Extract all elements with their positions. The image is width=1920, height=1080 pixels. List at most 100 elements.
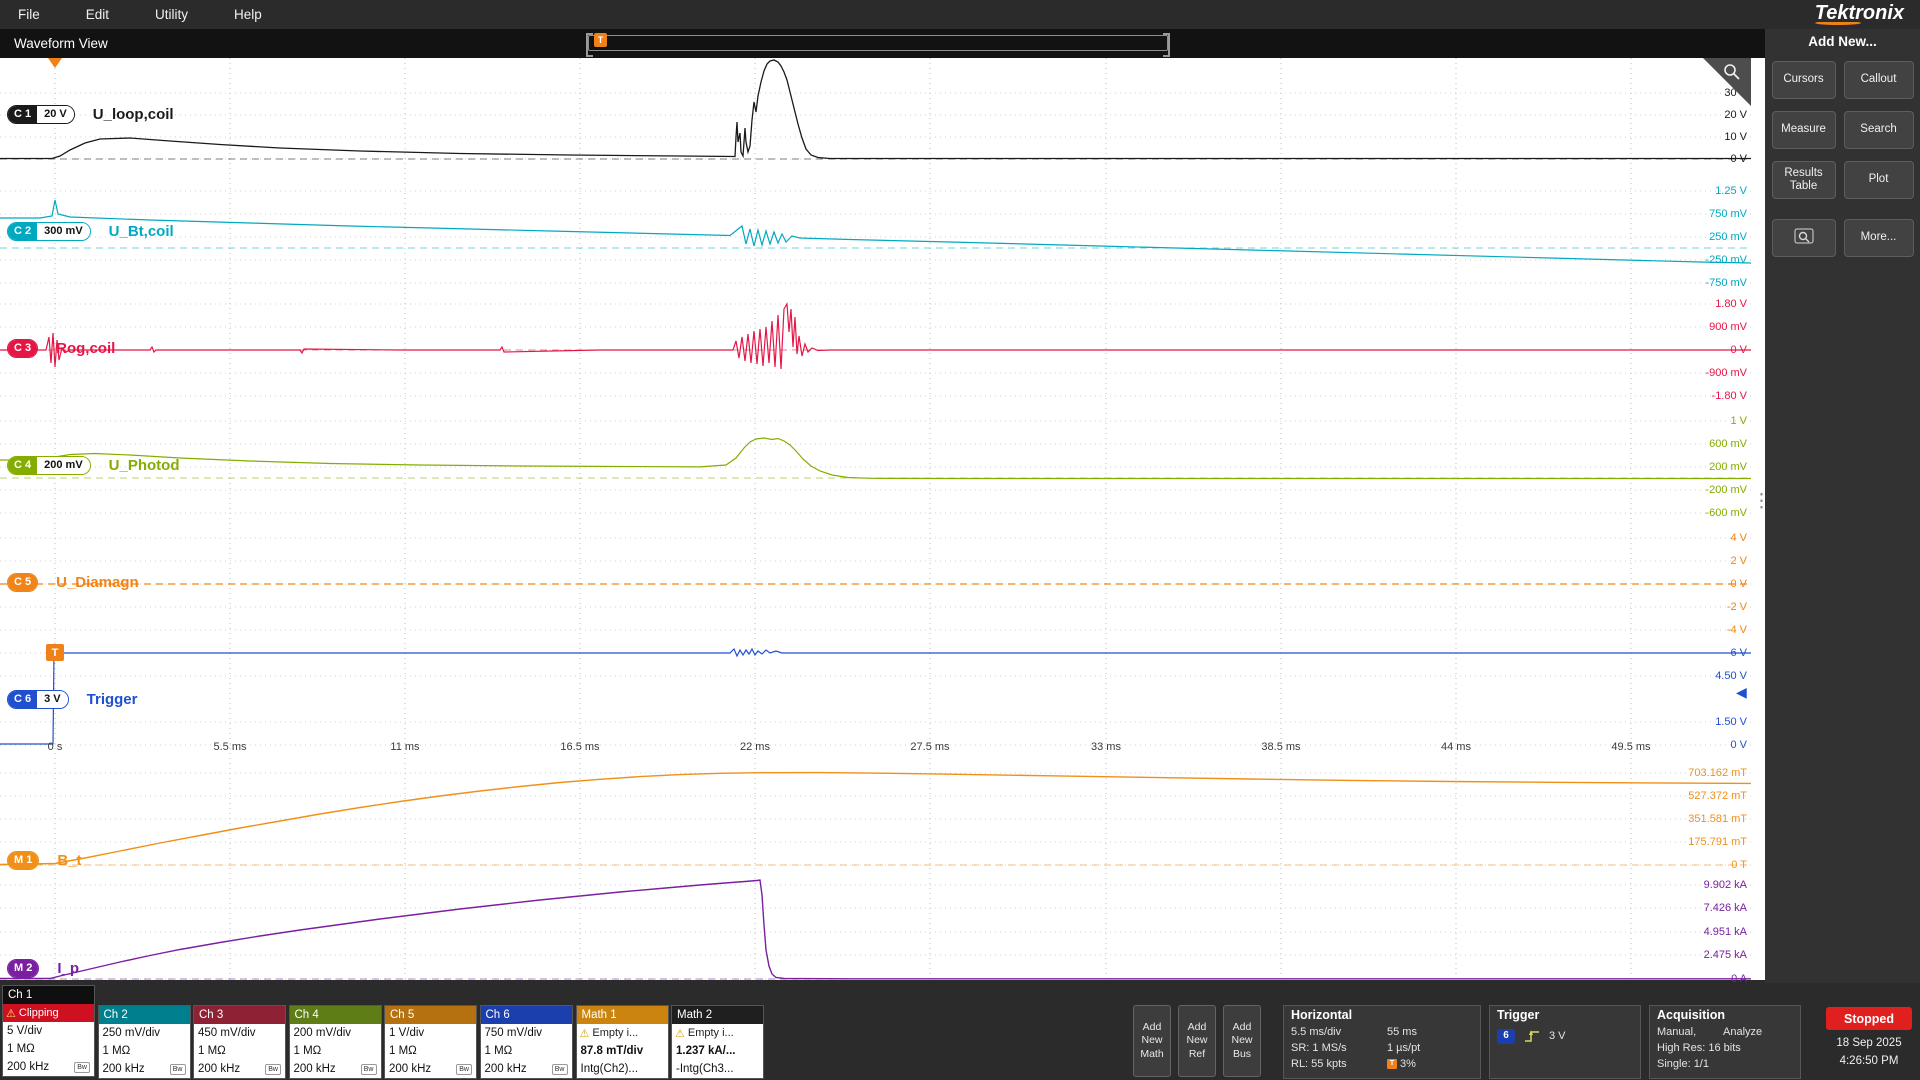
add-new-bus-button[interactable]: AddNewBus [1223, 1005, 1261, 1077]
add-new-header: Add New... [1765, 34, 1920, 49]
channel-label-c5[interactable]: U_Diamagn [56, 574, 139, 591]
trigger-title: Trigger [1497, 1008, 1633, 1022]
badge-row: 87.8 mT/div [577, 1042, 668, 1060]
waveform-plot [0, 58, 1751, 980]
channel-badge-m1[interactable]: M 1 [7, 851, 39, 870]
channel-badge-c1[interactable]: C 120 V [7, 105, 75, 124]
bottom-badge-ch2[interactable]: Ch 2250 mV/div1 MΩ200 kHzBw [98, 1005, 191, 1079]
horizontal-row: RL: 55 kptsT3% [1291, 1056, 1473, 1072]
menu-utility[interactable]: Utility [155, 7, 188, 22]
more-button[interactable]: More... [1844, 219, 1914, 257]
badge-header: Ch 3 [194, 1006, 285, 1024]
channel-label-c4[interactable]: U_Photod [109, 457, 180, 474]
channel-badge-c5[interactable]: C 5 [7, 573, 38, 592]
channel-label-c1[interactable]: U_loop,coil [93, 106, 174, 123]
channel-badge-c3[interactable]: C 3 [7, 339, 38, 358]
bottom-badge-math2[interactable]: Math 2⚠ Empty i...1.237 kA/...-Intg(Ch3.… [671, 1005, 764, 1079]
zoom-button[interactable] [1772, 219, 1836, 257]
horizontal-cell: T3% [1387, 1056, 1416, 1072]
channel-label-m2[interactable]: I_p [57, 960, 79, 977]
channel-scale-c1: 20 V [37, 106, 74, 123]
horizontal-cell: 1 µs/pt [1387, 1040, 1420, 1056]
badge-row: 200 kHzBw [290, 1060, 381, 1078]
trigger-marker-icon[interactable]: T [46, 644, 64, 661]
plot-button[interactable]: Plot [1844, 161, 1914, 199]
badge-row: 200 mV/div [290, 1024, 381, 1042]
channel-id-m1: M 1 [8, 852, 38, 869]
time-text: 4:26:50 PM [1826, 1055, 1912, 1067]
bandwidth-icon: Bw [265, 1064, 281, 1075]
trigger-flag-icon[interactable]: T [594, 33, 607, 47]
trigger-flag-icon: T [1387, 1059, 1397, 1069]
trigger-panel[interactable]: Trigger63 V [1489, 1005, 1641, 1079]
acquisition-row: Single: 1/1 [1657, 1056, 1793, 1072]
badge-row: 1 MΩ [194, 1042, 285, 1060]
trigger-level-icon[interactable]: ◀ [1736, 684, 1747, 701]
search-button[interactable]: Search [1844, 111, 1914, 149]
bottom-badge-ch4[interactable]: Ch 4200 mV/div1 MΩ200 kHzBw [289, 1005, 382, 1079]
measure-button[interactable]: Measure [1772, 111, 1836, 149]
logo-text: Tektronix [1815, 2, 1904, 24]
channel-label-c2[interactable]: U_Bt,coil [109, 223, 174, 240]
bandwidth-icon: Bw [74, 1062, 90, 1073]
bandwidth-icon: Bw [552, 1064, 568, 1075]
channel-scale-c4: 200 mV [37, 457, 90, 474]
horizontal-cell: 55 ms [1387, 1024, 1417, 1040]
warning-icon: ⚠ [675, 1027, 685, 1040]
channel-id-c5: C 5 [8, 574, 37, 591]
badge-row: 250 mV/div [99, 1024, 190, 1042]
channel-row-c3: C 3 Rog,coil [7, 339, 115, 358]
badge-header: Math 2 [672, 1006, 763, 1024]
bottom-badge-ch5[interactable]: Ch 51 V/div1 MΩ200 kHzBw [384, 1005, 477, 1079]
channel-badge-c4[interactable]: C 4200 mV [7, 456, 91, 475]
bottom-bar: Stopped 18 Sep 2025 4:26:50 PM Ch 1⚠ Cli… [0, 983, 1920, 1080]
add-new-math-button[interactable]: AddNewMath [1133, 1005, 1171, 1077]
acquisition-status-badge[interactable]: Stopped [1826, 1007, 1912, 1030]
horizontal-row: 5.5 ms/div55 ms [1291, 1024, 1473, 1040]
channel-badge-m2[interactable]: M 2 [7, 959, 39, 978]
menu-file[interactable]: File [18, 7, 40, 22]
acquisition-row: Manual,Analyze [1657, 1024, 1793, 1040]
channel-label-c3[interactable]: Rog,coil [56, 340, 115, 357]
channel-row-c5: C 5 U_Diamagn [7, 573, 139, 592]
bottom-badge-math1[interactable]: Math 1⚠ Empty i...87.8 mT/divIntg(Ch2)..… [576, 1005, 669, 1079]
channel-label-m1[interactable]: B_t [57, 852, 81, 869]
tektronix-logo: Tektronix [1815, 2, 1904, 25]
menu-bar: File Edit Utility Help [0, 0, 1920, 29]
channel-scale-c6: 3 V [37, 691, 68, 708]
badge-row: 200 kHzBw [194, 1060, 285, 1078]
zoom-icon [1722, 62, 1742, 82]
bottom-badge-ch3[interactable]: Ch 3450 mV/div1 MΩ200 kHzBw [193, 1005, 286, 1079]
horizontal-cell: SR: 1 MS/s [1291, 1040, 1387, 1056]
horizontal-cell: RL: 55 kpts [1291, 1056, 1387, 1072]
menu-edit[interactable]: Edit [86, 7, 109, 22]
add-new-ref-button[interactable]: AddNewRef [1178, 1005, 1216, 1077]
callout-button[interactable]: Callout [1844, 61, 1914, 99]
acquisition-panel[interactable]: AcquisitionManual,AnalyzeHigh Res: 16 bi… [1649, 1005, 1801, 1079]
badge-row: Intg(Ch2)... [577, 1060, 668, 1078]
results-table-button[interactable]: Results Table [1772, 161, 1836, 199]
badge-header: Ch 1 [3, 986, 94, 1004]
bottom-badge-ch6[interactable]: Ch 6750 mV/div1 MΩ200 kHzBw [480, 1005, 573, 1079]
channel-id-c4: C 4 [8, 457, 37, 474]
badge-row: 450 mV/div [194, 1024, 285, 1042]
badge-row: 750 mV/div [481, 1024, 572, 1042]
badge-row: -Intg(Ch3... [672, 1060, 763, 1078]
channel-badge-c6[interactable]: C 63 V [7, 690, 69, 709]
trigger-slope-icon [1523, 1029, 1541, 1043]
record-view-navigator[interactable] [588, 35, 1168, 51]
badge-row: 200 kHzBw [3, 1058, 94, 1076]
badge-header: Ch 4 [290, 1006, 381, 1024]
badge-row: 1 MΩ [99, 1042, 190, 1060]
bottom-badge-ch1[interactable]: Ch 1⚠ Clipping5 V/div1 MΩ200 kHzBw [2, 985, 95, 1077]
channel-badge-c2[interactable]: C 2300 mV [7, 222, 91, 241]
trigger-position-icon[interactable] [48, 58, 62, 68]
cursors-button[interactable]: Cursors [1772, 61, 1836, 99]
acquisition-row: High Res: 16 bits [1657, 1040, 1793, 1056]
horizontal-panel[interactable]: Horizontal5.5 ms/div55 msSR: 1 MS/s1 µs/… [1283, 1005, 1481, 1079]
bandwidth-icon: Bw [170, 1064, 186, 1075]
channel-label-c6[interactable]: Trigger [87, 691, 138, 708]
horizontal-row: SR: 1 MS/s1 µs/pt [1291, 1040, 1473, 1056]
trigger-level-value: 3 V [1549, 1028, 1566, 1044]
menu-help[interactable]: Help [234, 7, 262, 22]
